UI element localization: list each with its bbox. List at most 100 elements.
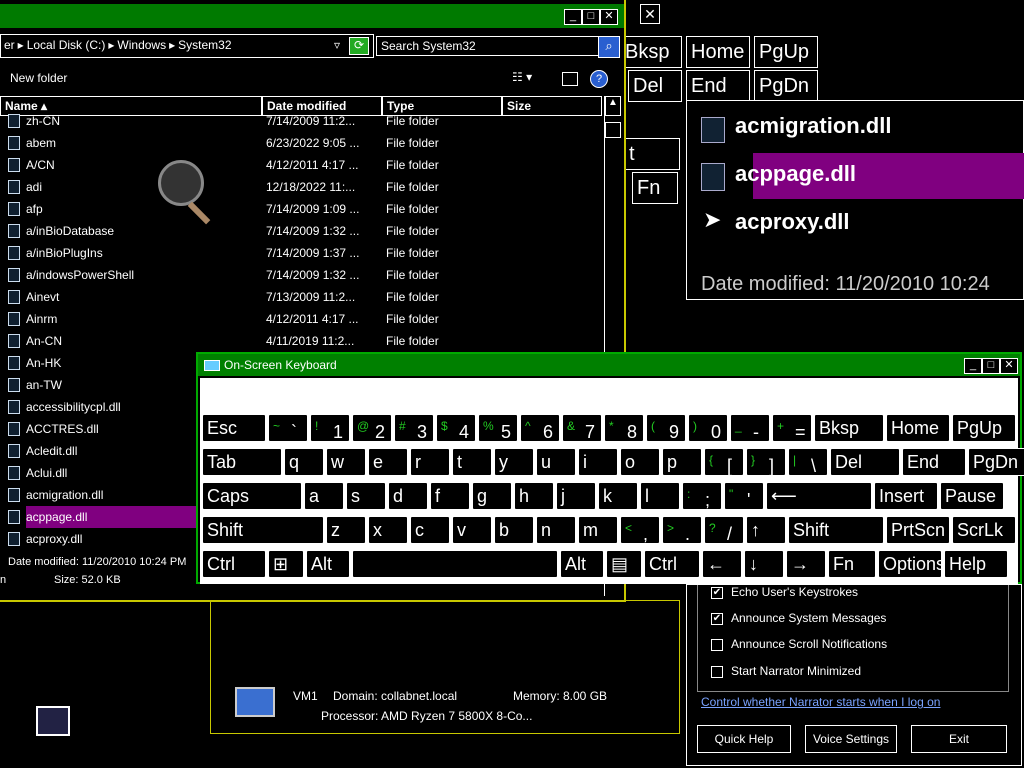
key-row2-5[interactable]: t (452, 448, 492, 476)
key-row3-1[interactable]: a (304, 482, 344, 510)
key-row2-16[interactable]: PgDn (968, 448, 1024, 476)
key-row3-8[interactable]: k (598, 482, 638, 510)
search-input[interactable] (376, 36, 604, 56)
table-row[interactable]: a/inBioPlugIns 7/14/2009 1:37 ... File fol… (0, 242, 604, 264)
key-row2-13[interactable]: | \ (788, 448, 828, 476)
key-row4-3[interactable]: c (410, 516, 450, 544)
key-row2-6[interactable]: y (494, 448, 534, 476)
table-row[interactable]: Ainrm 4/12/2011 4:17 ... File folder (0, 308, 604, 330)
key-row5-10[interactable]: Fn (828, 550, 876, 578)
quick-help-button[interactable]: Quick Help (697, 725, 791, 753)
table-row[interactable]: afp 7/14/2009 1:09 ... File folder (0, 198, 604, 220)
key-row5-5[interactable]: ▤ (606, 550, 642, 578)
key-row1-4[interactable]: #3 (394, 414, 434, 442)
key-row1-3[interactable]: @2 (352, 414, 392, 442)
key-row4-13[interactable]: PrtScn (886, 516, 950, 544)
key-row3-5[interactable]: g (472, 482, 512, 510)
key-row5-1[interactable]: ⊞ (268, 550, 304, 578)
key-row4-7[interactable]: m (578, 516, 618, 544)
table-row[interactable]: a/indowsPowerShell 7/14/2009 1:32 ... File… (0, 264, 604, 286)
chevron-down-icon[interactable]: ▿ (331, 35, 343, 56)
key-row1-11[interactable]: ) 0 (688, 414, 728, 442)
key-row4-5[interactable]: b (494, 516, 534, 544)
key-row3-11[interactable]: " ' (724, 482, 764, 510)
key-row4-10[interactable]: ? / (704, 516, 744, 544)
table-row[interactable]: adi 12/18/2022 11:... File folder (0, 176, 604, 198)
key-row4-4[interactable]: v (452, 516, 492, 544)
maximize-icon[interactable]: □ (582, 9, 600, 25)
key-row5-9[interactable]: → (786, 550, 826, 578)
exit-button[interactable]: Exit (911, 725, 1007, 753)
key-row5-12[interactable]: Help (944, 550, 1008, 578)
key-row2-9[interactable]: o (620, 448, 660, 476)
table-row[interactable]: A/CN 4/12/2011 4:17 ... File folder (0, 154, 604, 176)
osk-close-icon[interactable]: ✕ (1000, 358, 1018, 374)
key-row1-12[interactable]: _ - (730, 414, 770, 442)
key-row3-14[interactable]: Pause (940, 482, 1004, 510)
key-row1-13[interactable]: + = (772, 414, 812, 442)
address-bar[interactable]: er ▸ Local Disk (C:) ▸ Windows ▸ System32 ▿ ⟳ (0, 34, 374, 58)
key-row3-2[interactable]: s (346, 482, 386, 510)
checkbox-announce-system[interactable]: ✔ Announce System Messages (711, 609, 886, 627)
key-row3-4[interactable]: f (430, 482, 470, 510)
key-row1-2[interactable]: ! 1 (310, 414, 350, 442)
key-row4-12[interactable]: Shift (788, 516, 884, 544)
key-row1-10[interactable]: (9 (646, 414, 686, 442)
checkbox-echo-keystrokes[interactable]: ✔ Echo User's Keystrokes (711, 583, 858, 601)
checkbox-start-minimized[interactable]: Start Narrator Minimized (711, 662, 861, 680)
key-row1-6[interactable]: % 5 (478, 414, 518, 442)
key-row1-8[interactable]: & 7 (562, 414, 602, 442)
key-row5-11[interactable]: Options (878, 550, 942, 578)
table-row[interactable]: An-CN 4/11/2019 11:2... File folder (0, 330, 604, 352)
key-row2-1[interactable]: q (284, 448, 324, 476)
view-options-icon[interactable]: ☷ ▾ (512, 70, 532, 84)
key-row1-0[interactable]: Esc (202, 414, 266, 442)
key-row4-11[interactable]: ↑ (746, 516, 786, 544)
key-row2-10[interactable]: p (662, 448, 702, 476)
table-row[interactable]: abem 6/23/2022 9:05 ... File folder (0, 132, 604, 154)
key-row2-11[interactable]: {[ (704, 448, 744, 476)
key-row5-0[interactable]: Ctrl (202, 550, 266, 578)
osk-minimize-icon[interactable]: _ (964, 358, 982, 374)
key-row4-0[interactable]: Shift (202, 516, 324, 544)
key-row2-4[interactable]: r (410, 448, 450, 476)
key-row3-7[interactable]: j (556, 482, 596, 510)
key-row1-5[interactable]: $4 (436, 414, 476, 442)
key-row1-14[interactable]: Bksp (814, 414, 884, 442)
voice-settings-button[interactable]: Voice Settings (805, 725, 897, 753)
key-row2-2[interactable]: w (326, 448, 366, 476)
key-row2-12[interactable]: }] (746, 448, 786, 476)
key-row2-0[interactable]: Tab (202, 448, 282, 476)
key-row2-3[interactable]: e (368, 448, 408, 476)
key-row2-14[interactable]: Del (830, 448, 900, 476)
key-row4-9[interactable]: >. (662, 516, 702, 544)
key-row4-2[interactable]: x (368, 516, 408, 544)
key-row3-3[interactable]: d (388, 482, 428, 510)
key-row5-6[interactable]: Ctrl (644, 550, 700, 578)
table-row[interactable]: a/inBioDatabase 7/14/2009 1:32 ... File fo… (0, 220, 604, 242)
narrator-startup-link[interactable]: Control whether Narrator starts when I l… (701, 695, 940, 709)
close-icon[interactable]: ✕ (600, 9, 618, 25)
key-row3-12[interactable]: ⟵ (766, 482, 872, 510)
table-row[interactable]: zh-CN 7/14/2009 11:2... File folder (0, 110, 604, 132)
key-row1-9[interactable]: * 8 (604, 414, 644, 442)
key-row1-7[interactable]: ^ 6 (520, 414, 560, 442)
new-folder-button[interactable]: New folder (10, 71, 67, 85)
key-row2-15[interactable]: End (902, 448, 966, 476)
preview-pane-icon[interactable] (562, 72, 578, 86)
key-row3-13[interactable]: Insert (874, 482, 938, 510)
refresh-icon[interactable]: ⟳ (349, 37, 369, 55)
osk-maximize-icon[interactable]: □ (982, 358, 1000, 374)
key-row5-8[interactable]: ↓ (744, 550, 784, 578)
key-row5-2[interactable]: Alt (306, 550, 350, 578)
checkbox-announce-scroll[interactable]: Announce Scroll Notifications (711, 635, 887, 653)
minimize-icon[interactable]: _ (564, 9, 582, 25)
key-row3-0[interactable]: Caps (202, 482, 302, 510)
taskbar-app-icon[interactable] (36, 706, 70, 736)
key-row3-10[interactable]: :; (682, 482, 722, 510)
key-row4-14[interactable]: ScrLk (952, 516, 1016, 544)
key-row1-16[interactable]: PgUp (952, 414, 1016, 442)
key-row4-8[interactable]: <, (620, 516, 660, 544)
key-row4-1[interactable]: z (326, 516, 366, 544)
table-row[interactable]: Ainevt 7/13/2009 11:2... File folder (0, 286, 604, 308)
